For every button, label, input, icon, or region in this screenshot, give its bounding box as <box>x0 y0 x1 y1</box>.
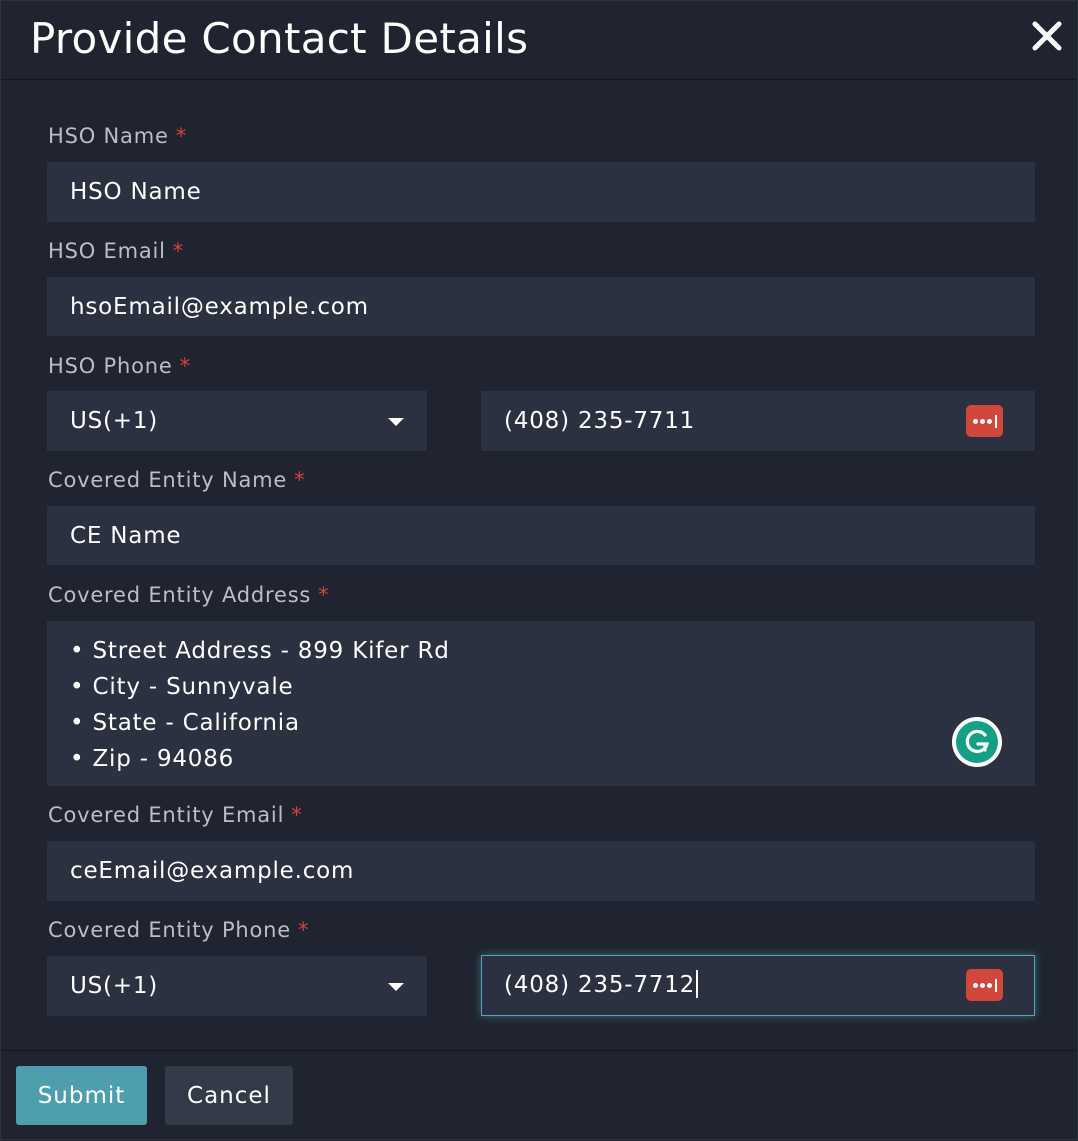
hso-name-input[interactable]: HSO Name <box>47 162 1035 222</box>
hso-phone-country-value: US(+1) <box>70 408 159 434</box>
hso-phone-label: HSO Phone * <box>48 353 191 379</box>
ce-phone-value: (408) 235-7712 <box>504 972 696 998</box>
dialog-title: Provide Contact Details <box>30 14 529 63</box>
contact-details-dialog: Provide Contact Details HSO Name * HSO Na… <box>0 0 1078 1140</box>
hso-email-input[interactable]: hsoEmail@example.com <box>47 277 1035 336</box>
address-line-zip: • Zip - 94086 <box>70 746 235 772</box>
hso-phone-country-select[interactable]: US(+1) <box>47 391 427 451</box>
dialog-header: Provide Contact Details <box>1 1 1077 80</box>
address-line-state: • State - California <box>70 710 300 736</box>
ce-address-label: Covered Entity Address * <box>48 582 329 608</box>
required-marker: * <box>291 803 303 827</box>
chevron-down-icon <box>388 983 404 991</box>
ce-email-label-text: Covered Entity Email <box>48 803 285 827</box>
dialog-footer: Submit Cancel <box>1 1050 1077 1141</box>
hso-phone-label-text: HSO Phone <box>48 354 173 378</box>
ce-phone-label: Covered Entity Phone * <box>48 917 309 943</box>
ce-phone-input[interactable]: (408) 235-7712 <box>481 955 1035 1016</box>
hso-name-value: HSO Name <box>70 179 202 205</box>
ce-name-input[interactable]: CE Name <box>47 506 1035 565</box>
required-marker: * <box>294 468 306 492</box>
required-marker: * <box>172 239 185 263</box>
password-manager-icon[interactable] <box>966 969 1003 1001</box>
required-marker: * <box>179 354 191 378</box>
ce-phone-country-value: US(+1) <box>70 973 159 999</box>
close-icon[interactable] <box>1027 16 1067 56</box>
ce-address-textarea[interactable]: • Street Address - 899 Kifer Rd • City -… <box>47 621 1035 786</box>
address-line-city: • City - Sunnyvale <box>70 674 294 700</box>
hso-phone-input[interactable]: (408) 235-7711 <box>481 391 1035 451</box>
ce-phone-value-wrap: (408) 235-7712 <box>504 956 699 1014</box>
hso-email-label: HSO Email * <box>48 238 184 264</box>
submit-button[interactable]: Submit <box>16 1066 147 1125</box>
ce-name-value: CE Name <box>70 523 182 549</box>
ce-address-label-text: Covered Entity Address <box>48 583 312 607</box>
ce-phone-label-text: Covered Entity Phone <box>48 918 291 942</box>
ce-name-label: Covered Entity Name * <box>48 467 305 493</box>
ce-name-label-text: Covered Entity Name <box>48 468 288 492</box>
hso-phone-value: (408) 235-7711 <box>504 408 696 434</box>
ce-email-value: ceEmail@example.com <box>70 858 355 884</box>
text-caret <box>696 969 699 998</box>
cancel-button[interactable]: Cancel <box>165 1066 293 1125</box>
required-marker: * <box>318 583 330 607</box>
hso-email-value: hsoEmail@example.com <box>70 294 369 320</box>
hso-name-label: HSO Name * <box>48 123 187 149</box>
ce-email-label: Covered Entity Email * <box>48 802 303 828</box>
grammarly-icon[interactable] <box>952 717 1002 767</box>
address-line-street: • Street Address - 899 Kifer Rd <box>70 638 450 664</box>
password-manager-icon[interactable] <box>966 405 1003 437</box>
hso-name-label-text: HSO Name <box>48 124 169 148</box>
ce-email-input[interactable]: ceEmail@example.com <box>47 841 1035 901</box>
required-marker: * <box>175 124 187 148</box>
chevron-down-icon <box>388 418 404 426</box>
required-marker: * <box>298 918 310 942</box>
ce-phone-country-select[interactable]: US(+1) <box>47 956 427 1016</box>
hso-email-label-text: HSO Email <box>48 239 166 263</box>
ce-address-lines: • Street Address - 899 Kifer Rd • City -… <box>70 633 450 777</box>
